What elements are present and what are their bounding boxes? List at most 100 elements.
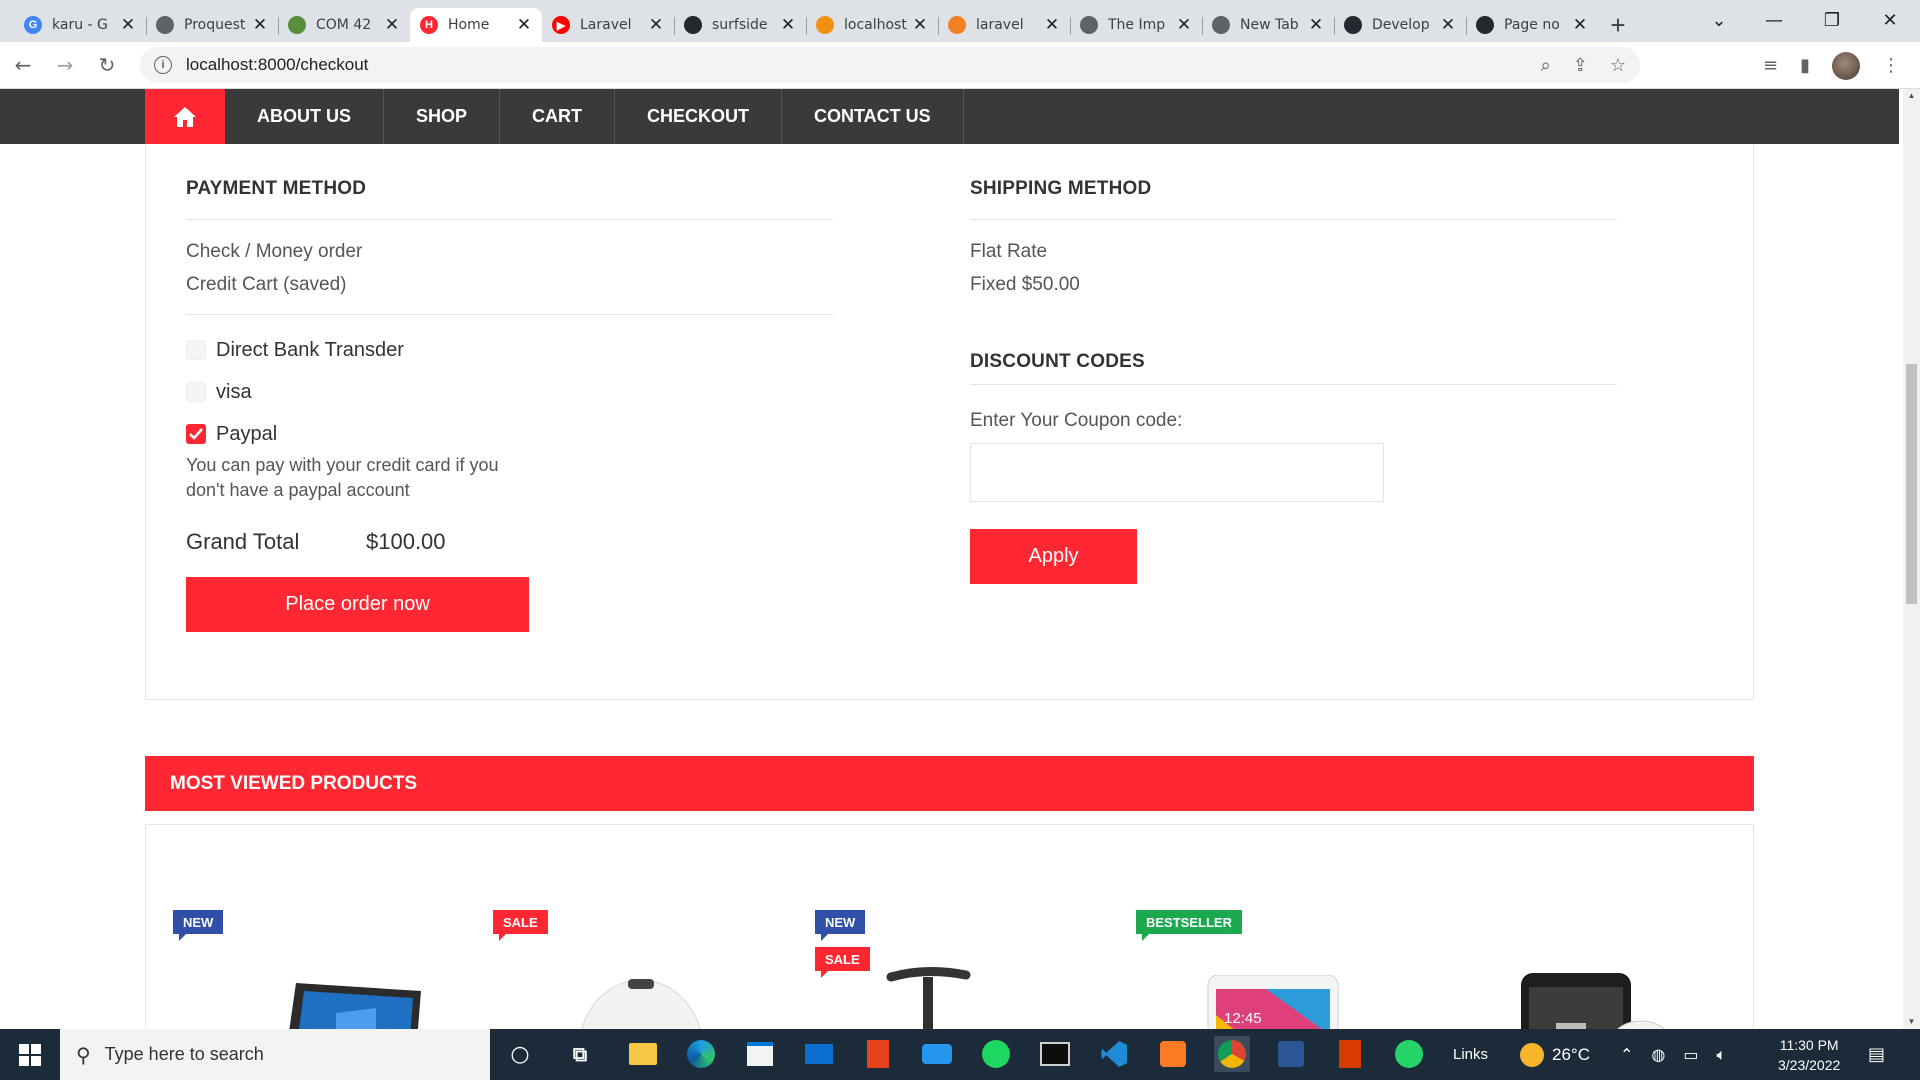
meet-now-icon[interactable]: ▭ bbox=[1683, 1045, 1698, 1064]
tab-close-icon[interactable]: ✕ bbox=[120, 15, 136, 35]
taskbar-search[interactable]: ⚲ Type here to search bbox=[60, 1029, 490, 1080]
browser-tab[interactable]: COM 42 ✕ bbox=[278, 8, 410, 42]
tab-close-icon[interactable]: ✕ bbox=[516, 15, 532, 35]
page-scrollbar[interactable]: ▲ ▼ bbox=[1903, 89, 1920, 1029]
file-explorer-icon[interactable] bbox=[625, 1036, 661, 1072]
minimize-button[interactable]: — bbox=[1745, 0, 1803, 40]
tab-close-icon[interactable]: ✕ bbox=[384, 15, 400, 35]
terminal-icon[interactable] bbox=[1037, 1036, 1073, 1072]
payment-option-checkbox[interactable] bbox=[186, 424, 206, 444]
tab-close-icon[interactable]: ✕ bbox=[1308, 15, 1324, 35]
xampp-icon[interactable] bbox=[1155, 1036, 1191, 1072]
browser-tab[interactable]: surfside ✕ bbox=[674, 8, 806, 42]
tab-close-icon[interactable]: ✕ bbox=[780, 15, 796, 35]
bookmark-star-icon[interactable]: ☆ bbox=[1610, 55, 1626, 76]
home-button[interactable] bbox=[145, 89, 225, 144]
divider bbox=[970, 219, 1617, 220]
restore-button[interactable]: ❐ bbox=[1803, 0, 1861, 40]
coupon-input[interactable] bbox=[970, 443, 1384, 502]
spotify-icon[interactable] bbox=[978, 1036, 1014, 1072]
network-globe-icon[interactable]: ◍ bbox=[1651, 1045, 1665, 1064]
task-view-icon[interactable]: ⧉ bbox=[562, 1036, 598, 1072]
payment-option-checkbox[interactable] bbox=[186, 382, 206, 402]
robot-egg-product-image[interactable] bbox=[566, 975, 716, 1029]
taskbar-clock[interactable]: 11:30 PM 3/23/2022 bbox=[1778, 1029, 1840, 1080]
scroll-up-icon[interactable]: ▲ bbox=[1903, 89, 1920, 103]
office-365-icon[interactable] bbox=[1332, 1036, 1368, 1072]
browser-tab[interactable]: Develop ✕ bbox=[1334, 8, 1466, 42]
browser-tab[interactable]: localhost ✕ bbox=[806, 8, 938, 42]
place-order-button[interactable]: Place order now bbox=[186, 577, 529, 632]
scrollbar-thumb[interactable] bbox=[1906, 364, 1917, 604]
new-tab-button[interactable]: + bbox=[1598, 8, 1638, 42]
volume-icon[interactable]: 🔈︎ bbox=[1717, 1045, 1727, 1065]
payment-option-paypal[interactable]: Paypal bbox=[186, 419, 833, 449]
apply-coupon-button[interactable]: Apply bbox=[970, 529, 1137, 584]
browser-tab[interactable]: Proquest ✕ bbox=[146, 8, 278, 42]
browser-tab[interactable]: Page no ✕ bbox=[1466, 8, 1598, 42]
tab-close-icon[interactable]: ✕ bbox=[252, 15, 268, 35]
tab-search-chevron-icon[interactable]: ⌄ bbox=[1690, 0, 1748, 40]
close-window-button[interactable]: ✕ bbox=[1861, 0, 1919, 40]
payment-option-direct[interactable]: Direct Bank Transder bbox=[186, 335, 833, 365]
nav-link-contact-us[interactable]: CONTACT US bbox=[782, 89, 964, 144]
windows-start-button[interactable] bbox=[0, 1029, 60, 1080]
reading-list-icon[interactable]: ≡ bbox=[1763, 55, 1778, 76]
links-toolbar-label[interactable]: Links bbox=[1453, 1029, 1488, 1080]
shipping-method-line: Fixed $50.00 bbox=[970, 274, 1080, 295]
reload-icon[interactable]: ↻ bbox=[88, 46, 126, 84]
payment-option-checkbox[interactable] bbox=[186, 340, 206, 360]
address-bar[interactable]: i localhost:8000/checkout ⌕ ⇪ ☆ bbox=[140, 47, 1640, 83]
docker-icon[interactable] bbox=[919, 1036, 955, 1072]
weather-widget[interactable]: 26°C bbox=[1520, 1029, 1590, 1080]
product-badge-sale: SALE bbox=[815, 947, 870, 971]
tab-close-icon[interactable]: ✕ bbox=[1176, 15, 1192, 35]
tab-close-icon[interactable]: ✕ bbox=[1044, 15, 1060, 35]
microsoft-store-icon[interactable] bbox=[742, 1036, 778, 1072]
site-info-icon[interactable]: i bbox=[154, 56, 172, 74]
profile-avatar[interactable] bbox=[1832, 51, 1860, 80]
taskbar-search-placeholder[interactable]: Type here to search bbox=[105, 1044, 264, 1065]
nav-link-shop[interactable]: SHOP bbox=[384, 89, 501, 144]
nav-link-checkout[interactable]: CHECKOUT bbox=[615, 89, 783, 144]
vscode-icon[interactable] bbox=[1096, 1036, 1132, 1072]
phone-product-image[interactable] bbox=[1501, 973, 1691, 1029]
tray-chevron-up-icon[interactable]: ⌃ bbox=[1620, 1045, 1633, 1064]
edge-browser-icon[interactable] bbox=[683, 1036, 719, 1072]
nav-links: ABOUT US SHOP CART CHECKOUT CONTACT US bbox=[225, 89, 964, 144]
scroll-down-icon[interactable]: ▼ bbox=[1903, 1015, 1920, 1029]
clock-date: 3/23/2022 bbox=[1778, 1056, 1841, 1073]
nav-link-cart[interactable]: CART bbox=[500, 89, 616, 144]
payment-option-visa[interactable]: visa bbox=[186, 377, 833, 407]
search-icon: ⚲ bbox=[76, 1042, 91, 1067]
share-icon[interactable]: ⇪ bbox=[1573, 55, 1588, 76]
zoom-icon[interactable]: ⌕ bbox=[1541, 55, 1551, 76]
more-menu-icon[interactable]: ⋮ bbox=[1882, 55, 1900, 76]
browser-tab[interactable]: New Tab ✕ bbox=[1202, 8, 1334, 42]
browser-tab[interactable]: H Home ✕ bbox=[410, 8, 542, 42]
side-panel-icon[interactable]: ▮ bbox=[1800, 55, 1810, 76]
back-icon[interactable]: ← bbox=[4, 46, 42, 84]
laptop-product-image[interactable] bbox=[276, 973, 426, 1029]
address-url[interactable]: localhost:8000/checkout bbox=[186, 55, 368, 75]
notification-icon[interactable]: ▤ bbox=[1868, 1029, 1885, 1080]
tab-close-icon[interactable]: ✕ bbox=[1572, 15, 1588, 35]
tablet-product-image[interactable]: 12:45 bbox=[1206, 975, 1346, 1029]
browser-tab[interactable]: ▶ Laravel ✕ bbox=[542, 8, 674, 42]
scooter-product-image[interactable] bbox=[876, 965, 976, 1029]
whatsapp-icon[interactable] bbox=[1391, 1036, 1427, 1072]
tab-close-icon[interactable]: ✕ bbox=[648, 15, 664, 35]
browser-tab[interactable]: laravel ✕ bbox=[938, 8, 1070, 42]
cortana-icon[interactable]: ○ bbox=[502, 1036, 538, 1072]
browser-tab[interactable]: Gkaru - G ✕ bbox=[14, 8, 146, 42]
office-icon[interactable] bbox=[860, 1036, 896, 1072]
forward-icon[interactable]: → bbox=[46, 46, 84, 84]
browser-tab[interactable]: The Imp ✕ bbox=[1070, 8, 1202, 42]
word-icon[interactable] bbox=[1273, 1036, 1309, 1072]
chrome-icon[interactable] bbox=[1214, 1036, 1250, 1072]
mail-icon[interactable] bbox=[801, 1036, 837, 1072]
tab-close-icon[interactable]: ✕ bbox=[1440, 15, 1456, 35]
tab-close-icon[interactable]: ✕ bbox=[912, 15, 928, 35]
tab-favicon-icon: G bbox=[24, 16, 42, 34]
nav-link-about-us[interactable]: ABOUT US bbox=[225, 89, 384, 144]
